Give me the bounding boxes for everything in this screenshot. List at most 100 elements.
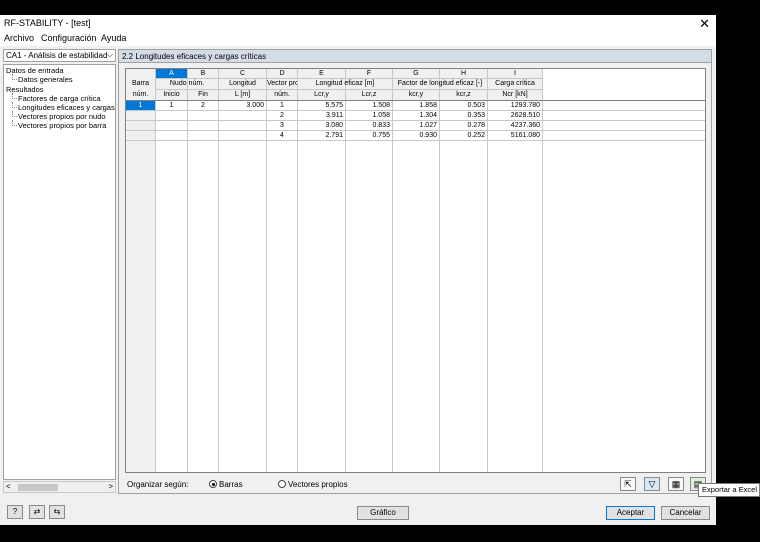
header-factor-longitud: Factor de longitud eficaz [-] <box>397 80 483 87</box>
cell-ncr[interactable]: 2628.510 <box>488 111 540 120</box>
table-settings-icon[interactable]: ▦ <box>668 477 684 491</box>
col-letter-g[interactable]: G <box>393 69 439 78</box>
tree-branch-line <box>12 74 17 80</box>
header-kcrz: kcr,z <box>456 91 471 98</box>
tree-branch-line <box>12 93 17 99</box>
scroll-left-icon[interactable]: < <box>6 482 11 491</box>
cell-kcry[interactable]: 1.027 <box>393 121 437 130</box>
menu-configuracion[interactable]: Configuración <box>41 33 97 43</box>
case-selector-value: CA1 - Análisis de estabilidad <box>6 51 108 60</box>
cell-kcry[interactable]: 1.304 <box>393 111 437 120</box>
header-barra: Barra <box>131 80 150 87</box>
cell-inicio[interactable]: 1 <box>156 101 187 110</box>
radio-vectores-label: Vectores propios <box>288 480 348 489</box>
dialog-window: RF-STABILITY - [test] ✕ Archivo Configur… <box>0 15 716 525</box>
cell-ncr[interactable]: 5161.080 <box>488 131 540 140</box>
cell-lcry[interactable]: 3.911 <box>298 111 343 120</box>
tree-item-factores-carga[interactable]: Factores de carga crítica <box>18 94 101 103</box>
pane-title: 2.2 Longitudes eficaces y cargas crítica… <box>122 52 267 61</box>
cell-longitud[interactable]: 3.000 <box>219 101 264 110</box>
menu-bar: Archivo Configuración Ayuda <box>0 32 716 46</box>
col-letter-h[interactable]: H <box>440 69 487 78</box>
header-num: núm. <box>132 91 149 98</box>
cell-vector[interactable]: 3 <box>267 121 297 130</box>
scrollbar-thumb[interactable] <box>18 484 58 491</box>
cancelar-button[interactable]: Cancelar <box>661 506 710 520</box>
tree-branch-line <box>12 111 17 117</box>
header-l: L [m] <box>234 91 251 98</box>
help-icon[interactable]: ? <box>7 505 23 519</box>
navigator-pane: CA1 - Análisis de estabilidad ⌵ Datos de… <box>3 49 116 494</box>
window-title: RF-STABILITY - [test] <box>4 18 91 28</box>
col-letter-i[interactable]: I <box>488 69 542 78</box>
cell-lcry[interactable]: 5.575 <box>298 101 343 110</box>
cell-kcrz[interactable]: 0.278 <box>440 121 485 130</box>
cell-ncr[interactable]: 4237.360 <box>488 121 540 130</box>
pane-header: 2.2 Longitudes eficaces y cargas crítica… <box>119 50 711 63</box>
cell-lcrz[interactable]: 0.833 <box>346 121 390 130</box>
radio-barras[interactable]: Barras <box>209 480 243 489</box>
title-bar: RF-STABILITY - [test] ✕ <box>0 15 716 32</box>
radio-checked-icon[interactable] <box>209 480 217 488</box>
filter-icon[interactable]: ▽ <box>644 477 660 491</box>
header-lcrz: Lcr,z <box>361 91 377 98</box>
header-kcry: kcr,y <box>408 91 424 98</box>
aceptar-button[interactable]: Aceptar <box>606 506 655 520</box>
header-inicio: Inicio <box>163 91 180 98</box>
header-ncr: Ncr [kN] <box>502 91 528 98</box>
grafico-button[interactable]: Gráfico <box>357 506 409 520</box>
organize-label: Organizar según: <box>127 480 189 489</box>
case-selector[interactable]: CA1 - Análisis de estabilidad ⌵ <box>3 49 116 62</box>
header-nudo: Nudo núm. <box>169 80 205 87</box>
cell-kcrz[interactable]: 0.353 <box>440 111 485 120</box>
col-letter-c[interactable]: C <box>219 69 266 78</box>
bottom-button-bar: ? ⇄ ⇆ Gráfico Aceptar Cancelar <box>0 500 716 525</box>
tree-item-vectores-barra[interactable]: Vectores propios por barra <box>18 121 106 130</box>
col-letter-d[interactable]: D <box>267 69 297 78</box>
tree-horizontal-scrollbar[interactable]: < > <box>3 481 116 493</box>
header-fin: Fin <box>198 91 208 98</box>
select-icon[interactable]: ⇱ <box>620 477 636 491</box>
close-icon[interactable]: ✕ <box>699 15 710 32</box>
header-carga-critica: Carga crítica <box>495 80 535 87</box>
cell-lcrz[interactable]: 1.508 <box>346 101 390 110</box>
header-lcry: Lcr,y <box>314 91 329 98</box>
chevron-down-icon[interactable]: ⌵ <box>107 50 113 60</box>
cell-fin[interactable]: 2 <box>188 101 218 110</box>
cell-kcrz[interactable]: 0.252 <box>440 131 485 140</box>
cell-ncr[interactable]: 1293.780 <box>488 101 540 110</box>
cell-barra[interactable]: 1 <box>126 101 155 110</box>
radio-vectores-propios[interactable]: Vectores propios <box>278 480 348 489</box>
tree-item-longitudes-eficaces[interactable]: Longitudes eficaces y cargas críticas <box>18 103 115 112</box>
col-letter-a[interactable]: A <box>156 69 187 78</box>
header-vector: Vector pro <box>267 80 297 87</box>
tree-branch-line <box>12 120 17 126</box>
radio-barras-label: Barras <box>219 480 243 489</box>
header-longitud-eficaz: Longitud eficaz [m] <box>315 80 375 87</box>
cell-kcrz[interactable]: 0.503 <box>440 101 485 110</box>
tree-item-vectores-nudo[interactable]: Vectores propios por nudo <box>18 112 106 121</box>
row-header-column <box>126 100 155 472</box>
menu-archivo[interactable]: Archivo <box>4 33 34 43</box>
cell-lcry[interactable]: 3.080 <box>298 121 343 130</box>
menu-ayuda[interactable]: Ayuda <box>101 33 126 43</box>
cell-kcry[interactable]: 0.930 <box>393 131 437 140</box>
scroll-right-icon[interactable]: > <box>108 482 113 491</box>
cell-vector[interactable]: 4 <box>267 131 297 140</box>
export-excel-tooltip: Exportar a Excel <box>698 483 760 497</box>
import-icon[interactable]: ⇄ <box>29 505 45 519</box>
cell-kcry[interactable]: 1.858 <box>393 101 437 110</box>
col-letter-b[interactable]: B <box>188 69 218 78</box>
cell-vector[interactable]: 2 <box>267 111 297 120</box>
col-letter-e[interactable]: E <box>298 69 345 78</box>
cell-lcrz[interactable]: 0.755 <box>346 131 390 140</box>
col-letter-f[interactable]: F <box>346 69 392 78</box>
cell-lcrz[interactable]: 1.058 <box>346 111 390 120</box>
header-vector-num: núm. <box>274 91 290 98</box>
cell-vector[interactable]: 1 <box>267 101 297 110</box>
results-table: A B C D E F G H I Barra Nudo núm. Longit… <box>125 68 706 473</box>
radio-unchecked-icon[interactable] <box>278 480 286 488</box>
cell-lcry[interactable]: 2.791 <box>298 131 343 140</box>
tree-item-datos-generales[interactable]: Datos generales <box>18 75 73 84</box>
export-icon[interactable]: ⇆ <box>49 505 65 519</box>
